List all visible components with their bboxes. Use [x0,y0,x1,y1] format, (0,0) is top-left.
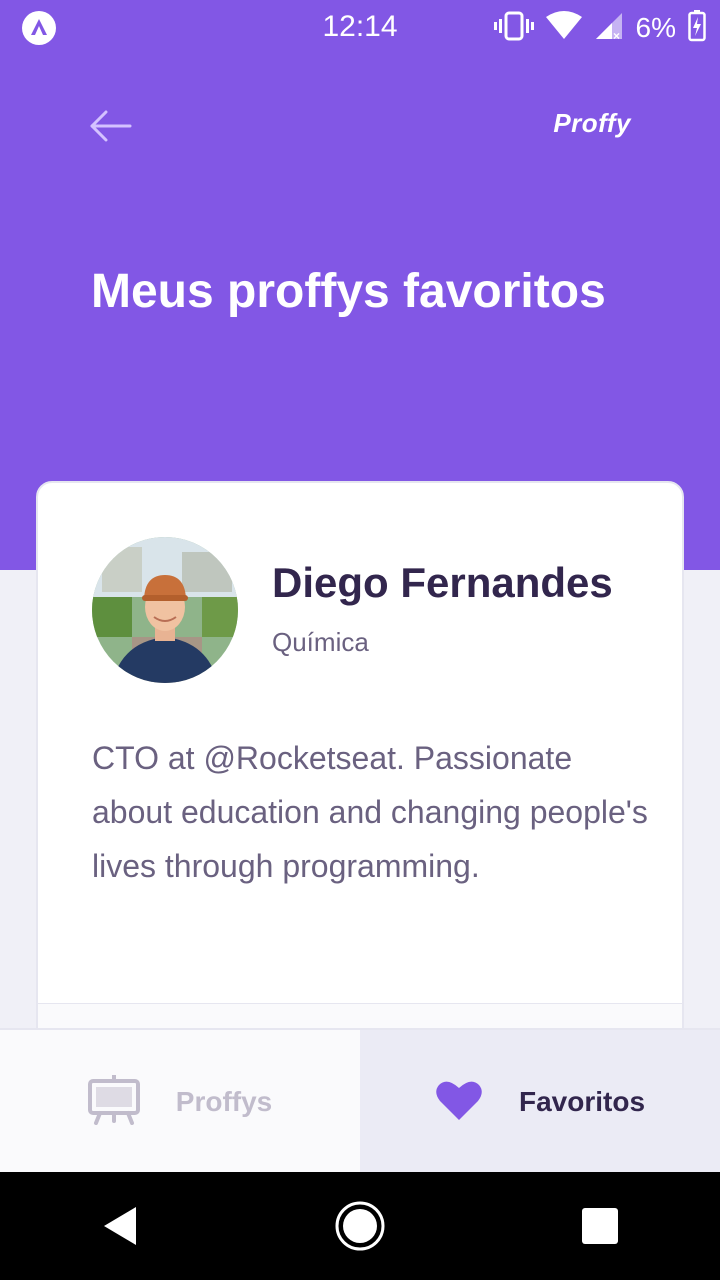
avatar [92,537,238,683]
signal-icon: × [594,11,624,46]
tab-proffys[interactable]: Proffys [0,1030,360,1174]
easel-icon [87,1074,140,1130]
tab-proffys-label: Proffys [175,1086,273,1117]
svg-text:×: × [613,29,620,41]
recents-square-icon[interactable] [570,1196,630,1256]
teacher-bio: CTO at @Rocketseat. Passionate about edu… [92,740,648,884]
battery-percent: 6% [635,12,676,43]
arrow-left-icon[interactable] [88,106,132,146]
wifi-icon [545,10,582,46]
tab-favoritos-label: Favoritos [518,1086,646,1117]
back-triangle-icon[interactable] [90,1196,150,1256]
status-bar: 12:14 × 6% [0,0,720,56]
battery-charging-icon [688,9,706,47]
brand-logo: Proffy [553,108,631,138]
status-icons: × 6% [493,8,706,48]
home-circle-icon[interactable] [330,1196,390,1256]
teacher-subject: Química [272,627,369,657]
teacher-card: Diego Fernandes Química CTO at @Rocketse… [36,481,684,1085]
heart-icon [435,1078,483,1127]
tab-bar: Proffys Favoritos [0,1028,720,1174]
vibrate-icon [493,11,534,46]
teacher-name: Diego Fernandes [272,559,613,606]
page-title: Meus proffys favoritos [91,265,606,318]
system-nav-bar [0,1172,720,1280]
tab-favoritos[interactable]: Favoritos [360,1030,720,1174]
